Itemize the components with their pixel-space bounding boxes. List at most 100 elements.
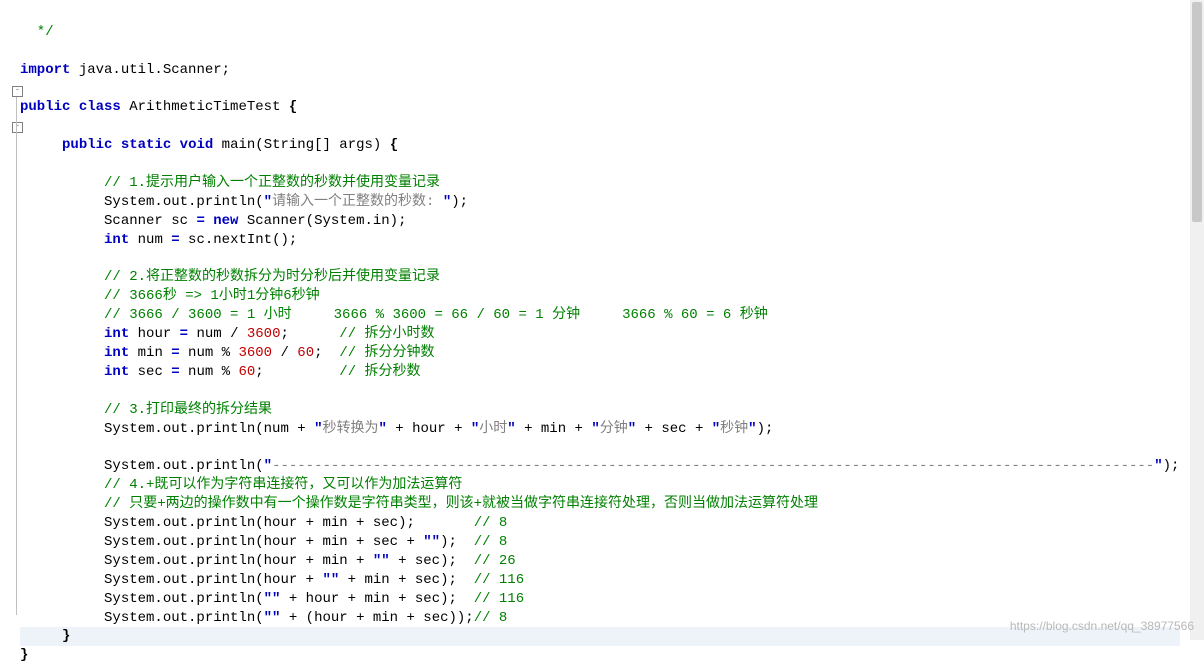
code-line: System.out.println(hour + (104, 572, 322, 588)
keyword-static: static (121, 137, 171, 153)
code-line: sc.nextInt(); (180, 232, 298, 248)
number-literal: 3600 (247, 326, 281, 342)
fold-line (16, 97, 17, 615)
code-line: + hour + min + sec); (280, 591, 473, 607)
code-line: Scanner(System.in); (238, 213, 406, 229)
code-line: min (129, 345, 171, 361)
scrollbar-thumb[interactable] (1192, 2, 1202, 222)
number-literal: 60 (238, 364, 255, 380)
comment-result: // 26 (474, 553, 516, 569)
string-literal: ----------------------------------------… (272, 458, 1154, 474)
comment-result: // 8 (474, 610, 508, 626)
code-line: ); (1163, 458, 1180, 474)
code-line: sec (129, 364, 171, 380)
op-eq: = (171, 232, 179, 248)
keyword-class: class (79, 99, 121, 115)
keyword-public: public (62, 137, 112, 153)
keyword-new: new (205, 213, 239, 229)
brace-open: { (289, 99, 297, 115)
keyword-int: int (104, 326, 129, 342)
gutter: - - (0, 0, 20, 640)
code-line: System.out.println(num + (104, 421, 314, 437)
op-eq: = (171, 345, 179, 361)
comment-3: // 3.打印最终的拆分结果 (104, 402, 272, 418)
comment-hour: // 拆分小时数 (339, 326, 434, 342)
op-eq: = (171, 364, 179, 380)
code-line: ; (255, 364, 339, 380)
comment-2c: // 3666 / 3600 = 1 小时 3666 % 3600 = 66 /… (104, 307, 768, 323)
code-line: + min + (516, 421, 592, 437)
code-line: + (hour + min + sec)); (280, 610, 473, 626)
comment-end: */ (20, 24, 54, 40)
comment-result: // 116 (474, 572, 524, 588)
code-line: + sec + (636, 421, 712, 437)
op-eq: = (180, 326, 188, 342)
keyword-public: public (20, 99, 70, 115)
watermark-text: https://blog.csdn.net/qq_38977566 (1010, 618, 1194, 634)
comment-result: // 8 (474, 534, 508, 550)
code-editor[interactable]: */ import java.util.Scanner; public clas… (20, 0, 1180, 665)
code-line: System.out.println(hour + min + sec); (104, 515, 474, 531)
keyword-int: int (104, 364, 129, 380)
comment-1: // 1.提示用户输入一个正整数的秒数并使用变量记录 (104, 175, 440, 191)
main-signature: main(String[] args) (213, 137, 389, 153)
comment-4a: // 4.+既可以作为字符串连接符，又可以作为加法运算符 (104, 477, 462, 493)
code-line: Scanner sc (104, 213, 196, 229)
brace-open: { (390, 137, 398, 153)
string-literal: 秒转换为 (322, 421, 378, 437)
code-line: System.out.println( (104, 458, 264, 474)
string-quote: " (507, 421, 515, 437)
string-literal: 请输入一个正整数的秒数: (272, 194, 443, 210)
string-quote: " (264, 194, 272, 210)
string-quote: " (628, 421, 636, 437)
code-line: num % (180, 364, 239, 380)
code-line: / (272, 345, 297, 361)
string-literal: "" (322, 572, 339, 588)
keyword-int: int (104, 232, 129, 248)
comment-4b: // 只要+两边的操作数中有一个操作数是字符串类型，则该+就被当做字符串连接符处… (104, 496, 818, 512)
string-quote: " (748, 421, 756, 437)
code-line: num (129, 232, 171, 248)
comment-result: // 116 (474, 591, 524, 607)
op-eq: = (196, 213, 204, 229)
string-literal: 秒钟 (720, 421, 748, 437)
keyword-import: import (20, 62, 70, 78)
string-quote: " (1154, 458, 1162, 474)
code-line: + sec); (390, 553, 474, 569)
string-quote: " (378, 421, 386, 437)
string-quote: " (712, 421, 720, 437)
string-literal: "" (264, 610, 281, 626)
string-literal: "" (423, 534, 440, 550)
code-line: hour (129, 326, 179, 342)
code-line: System.out.println(hour + min + (104, 553, 373, 569)
keyword-void: void (180, 137, 214, 153)
code-line: + hour + (387, 421, 471, 437)
string-quote: " (264, 458, 272, 474)
string-literal: 小时 (479, 421, 507, 437)
comment-sec: // 拆分秒数 (339, 364, 420, 380)
code-line: System.out.println( (104, 194, 264, 210)
code-line: ); (757, 421, 774, 437)
comment-2a: // 2.将正整数的秒数拆分为时分秒后并使用变量记录 (104, 269, 440, 285)
code-line: ); (440, 534, 474, 550)
code-line: num / (188, 326, 247, 342)
string-literal: 分钟 (600, 421, 628, 437)
class-name: ArithmeticTimeTest (121, 99, 289, 115)
current-line-highlight: } (20, 627, 1180, 646)
code-line: System.out.println( (104, 610, 264, 626)
code-line: ; (314, 345, 339, 361)
number-literal: 60 (297, 345, 314, 361)
code-line: System.out.println(hour + min + sec + (104, 534, 423, 550)
code-line: ; (280, 326, 339, 342)
string-literal: "" (373, 553, 390, 569)
code-line: num % (180, 345, 239, 361)
comment-min: // 拆分分钟数 (339, 345, 434, 361)
string-literal: "" (264, 591, 281, 607)
vertical-scrollbar[interactable] (1190, 0, 1204, 640)
import-statement: java.util.Scanner; (70, 62, 230, 78)
number-literal: 3600 (238, 345, 272, 361)
code-line: ); (451, 194, 468, 210)
code-line: System.out.println( (104, 591, 264, 607)
comment-2b: // 3666秒 => 1小时1分钟6秒钟 (104, 288, 320, 304)
comment-result: // 8 (474, 515, 508, 531)
